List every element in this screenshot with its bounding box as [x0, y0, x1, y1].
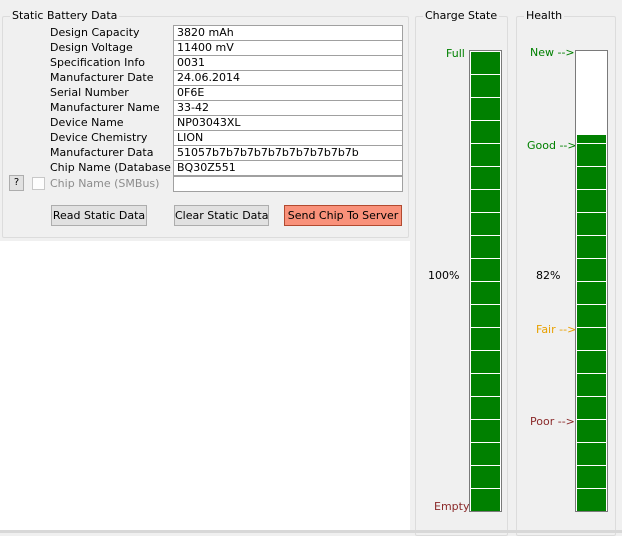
field-label: Design Capacity — [50, 26, 140, 39]
field-value[interactable]: 51057b7b7b7b7b7b7b7b7b7b7b — [173, 145, 403, 161]
health-segment — [577, 327, 606, 350]
charge-segment — [471, 281, 500, 304]
charge-segment — [471, 327, 500, 350]
charge-segment — [471, 120, 500, 143]
field-value[interactable]: 3820 mAh — [173, 25, 403, 41]
charge-segment — [471, 166, 500, 189]
charge-segment — [471, 442, 500, 465]
health-segment — [577, 373, 606, 396]
health-percent: 82% — [536, 269, 561, 282]
health-title: Health — [524, 9, 565, 23]
field-label: Manufacturer Date — [50, 71, 154, 84]
health-segment — [577, 396, 606, 419]
charge-percent: 100% — [428, 269, 460, 282]
field-value[interactable]: LION — [173, 130, 403, 146]
field-label: Manufacturer Data — [50, 146, 154, 159]
field-value[interactable]: 0031 — [173, 55, 403, 71]
clear-static-data-button[interactable]: Clear Static Data — [174, 205, 269, 226]
charge-segment — [471, 488, 500, 511]
charge-segment — [471, 143, 500, 166]
health-segment — [577, 465, 606, 488]
field-value[interactable]: BQ30Z551 — [173, 160, 403, 176]
charge-segment — [471, 304, 500, 327]
field-label: Manufacturer Name — [50, 101, 160, 114]
field-value[interactable]: 0F6E — [173, 85, 403, 101]
charge-segment — [471, 97, 500, 120]
charge-segment — [471, 419, 500, 442]
charge-state-title: Charge State — [423, 9, 500, 23]
health-segment — [577, 166, 606, 189]
health-segment — [577, 281, 606, 304]
health-fair-label: Fair --> — [536, 323, 577, 336]
charge-meter — [469, 50, 502, 512]
charge-segment — [471, 258, 500, 281]
charge-segment — [471, 212, 500, 235]
health-meter — [575, 50, 608, 512]
smbus-checkbox[interactable] — [32, 177, 45, 190]
help-button[interactable]: ? — [9, 175, 24, 191]
health-segment — [577, 419, 606, 442]
charge-segment — [471, 350, 500, 373]
field-value[interactable]: NP03043XL — [173, 115, 403, 131]
health-segment — [577, 350, 606, 373]
health-segment — [577, 304, 606, 327]
health-segment — [577, 258, 606, 281]
field-label: Device Name — [50, 116, 124, 129]
health-segment — [577, 235, 606, 258]
health-good-label: Good --> — [527, 139, 577, 152]
field-label: Serial Number — [50, 86, 129, 99]
field-label: Specification Info — [50, 56, 145, 69]
content-panel — [0, 241, 410, 533]
charge-segment — [471, 74, 500, 97]
field-label: Chip Name (Database) — [50, 161, 172, 174]
charge-segment — [471, 189, 500, 212]
charge-segment — [471, 396, 500, 419]
charge-segment — [471, 51, 500, 74]
charge-full-label: Full — [446, 47, 465, 60]
static-battery-data-title: Static Battery Data — [10, 9, 120, 23]
health-segment — [577, 212, 606, 235]
health-poor-label: Poor --> — [530, 415, 575, 428]
charge-segment — [471, 235, 500, 258]
health-segment — [577, 143, 606, 166]
charge-segment — [471, 373, 500, 396]
read-static-data-button[interactable]: Read Static Data — [51, 205, 147, 226]
smbus-label: Chip Name (SMBus) — [50, 177, 160, 190]
health-segment — [577, 442, 606, 465]
field-value[interactable]: 33-42 — [173, 100, 403, 116]
send-chip-to-server-button[interactable]: Send Chip To Server — [284, 205, 402, 226]
field-label: Device Chemistry — [50, 131, 148, 144]
smbus-value-field[interactable] — [173, 176, 403, 192]
charge-segment — [471, 465, 500, 488]
field-value[interactable]: 24.06.2014 — [173, 70, 403, 86]
health-segment — [577, 133, 606, 143]
field-label: Design Voltage — [50, 41, 133, 54]
health-segment — [577, 488, 606, 511]
field-value[interactable]: 11400 mV — [173, 40, 403, 56]
charge-empty-label: Empty — [434, 500, 470, 513]
health-new-label: New --> — [530, 46, 575, 59]
health-segment — [577, 189, 606, 212]
